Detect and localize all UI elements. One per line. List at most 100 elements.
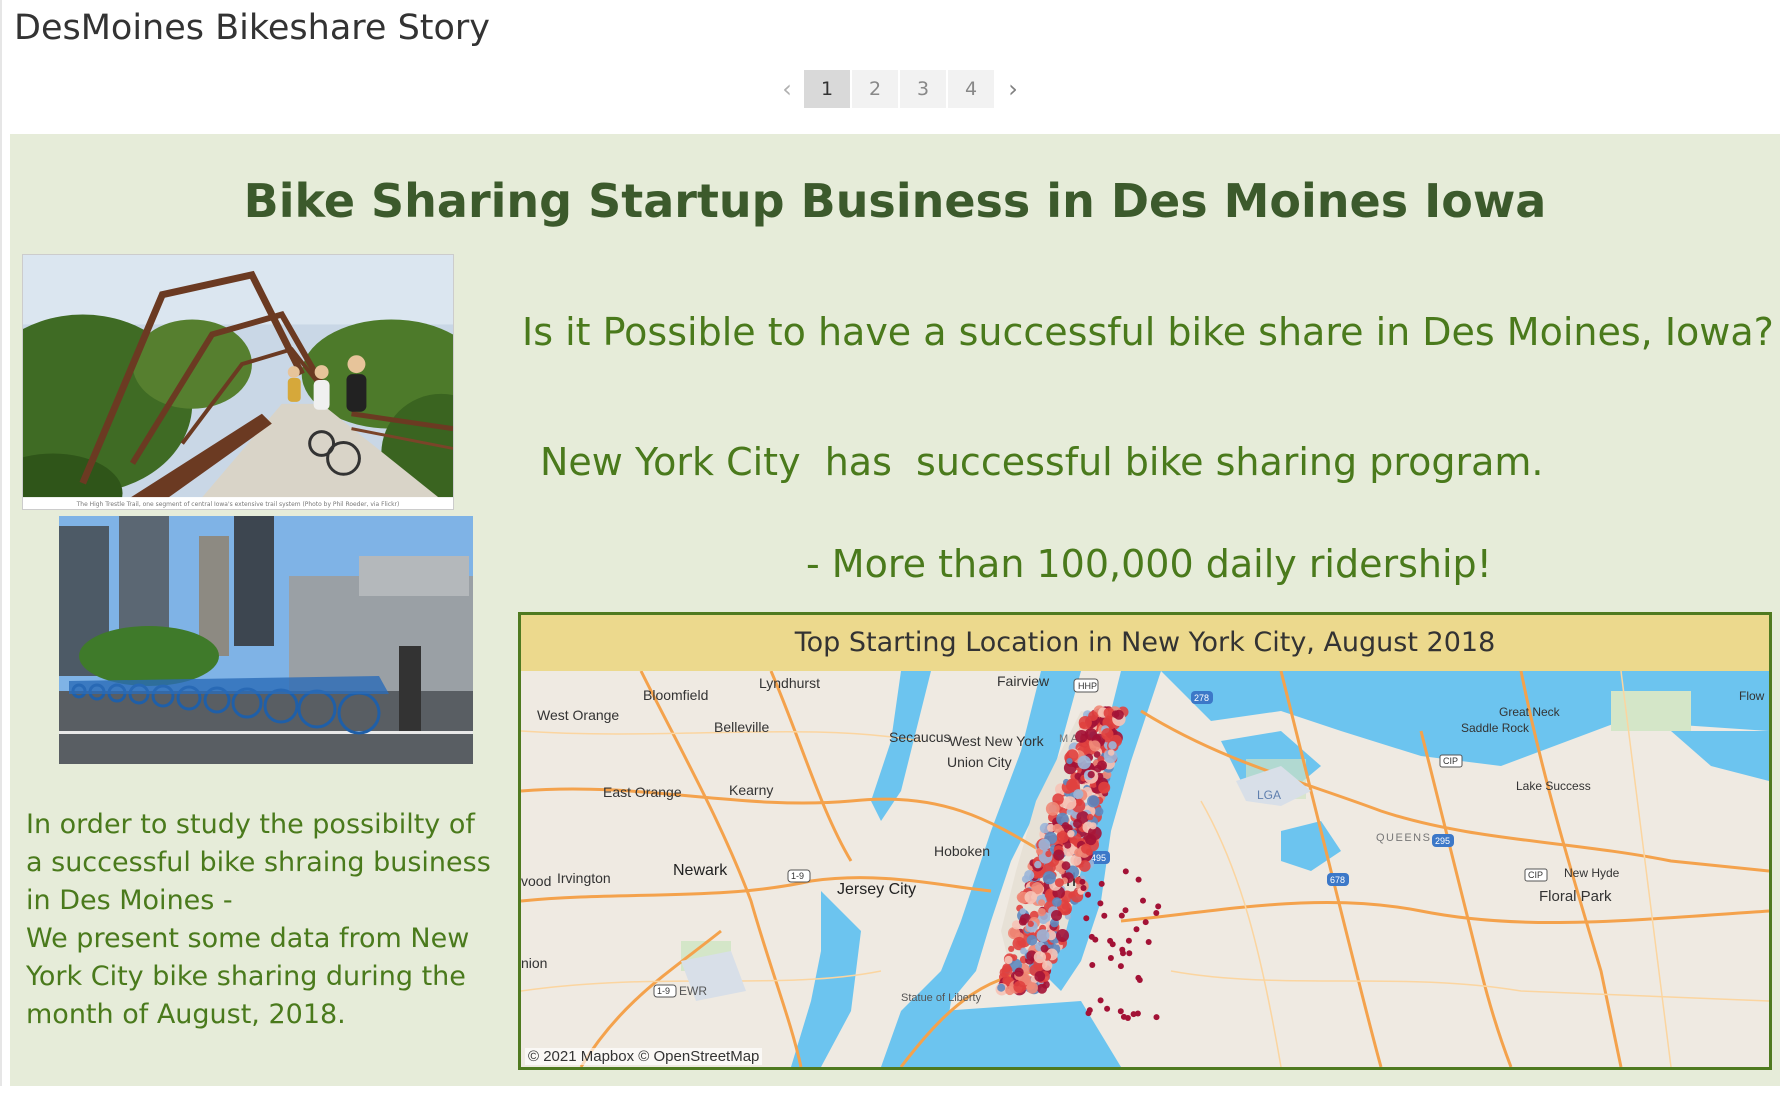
label-jersey-city: Jersey City <box>837 881 916 898</box>
station-point <box>1101 912 1108 919</box>
label-lyndhurst: Lyndhurst <box>759 675 820 691</box>
station-point <box>1034 860 1042 869</box>
station-point <box>1153 910 1160 916</box>
station-point <box>1037 983 1047 994</box>
intro-line-2: We present some data from New York City … <box>26 923 470 1030</box>
label-lake-success: Lake Success <box>1516 779 1591 793</box>
station-point <box>1026 982 1038 994</box>
intro-line-1: In order to study the possibilty of a su… <box>26 809 491 916</box>
station-point <box>1142 919 1149 926</box>
photo-caption: The High Trestle Trail, one segment of c… <box>76 501 400 508</box>
svg-text:678: 678 <box>1330 875 1345 885</box>
station-point <box>1118 912 1125 919</box>
prev-page-arrow-icon[interactable]: ‹ <box>770 70 804 108</box>
next-page-arrow-icon[interactable]: › <box>996 70 1030 108</box>
svg-text:278: 278 <box>1194 693 1209 703</box>
page-tab-1[interactable]: 1 <box>804 70 850 108</box>
station-point <box>1067 830 1075 838</box>
station-point <box>1020 947 1027 955</box>
label-queens: QUEENS <box>1376 832 1431 844</box>
label-west-orange: West Orange <box>537 707 619 723</box>
station-point <box>1061 822 1070 830</box>
station-point <box>1078 716 1092 730</box>
label-newark: Newark <box>673 862 728 879</box>
svg-text:CIP: CIP <box>1443 756 1458 766</box>
station-point <box>1086 813 1094 821</box>
station-point <box>1079 878 1086 885</box>
station-point <box>1124 1015 1131 1021</box>
station-point <box>1013 980 1026 994</box>
station-point <box>1037 908 1046 917</box>
station-point <box>1038 838 1051 851</box>
station-point <box>1120 950 1126 957</box>
map-card: Top Starting Location in New York City, … <box>518 612 1772 1070</box>
station-point <box>1027 920 1034 927</box>
page-tab-2[interactable]: 2 <box>852 70 898 108</box>
label-belleville: Belleville <box>714 719 769 735</box>
station-point <box>1098 880 1105 887</box>
station-point <box>1125 937 1132 944</box>
station-point <box>1019 908 1026 915</box>
station-point <box>1085 891 1091 898</box>
station-point <box>1005 985 1015 996</box>
station-point <box>1089 822 1097 830</box>
station-point <box>1073 789 1084 800</box>
station-point <box>1053 849 1065 861</box>
panel-bottom-gap <box>0 1086 1780 1096</box>
station-point <box>1064 841 1072 849</box>
nyc-map[interactable]: Lyndhurst Fairview Bloomfield West Orang… <box>521 671 1769 1067</box>
svg-text:1-9: 1-9 <box>657 986 670 996</box>
label-union-city: Union City <box>947 754 1012 770</box>
station-point <box>1084 728 1098 741</box>
station-point <box>1087 771 1095 779</box>
label-fairview: Fairview <box>997 673 1050 689</box>
label-saddle-rock: Saddle Rock <box>1461 721 1530 735</box>
svg-text:1-9: 1-9 <box>791 871 804 881</box>
map-title: Top Starting Location in New York City, … <box>521 615 1769 671</box>
station-point <box>1117 1008 1124 1015</box>
svg-text:295: 295 <box>1435 836 1450 846</box>
station-point <box>1004 955 1013 965</box>
svg-text:CIP: CIP <box>1528 870 1543 880</box>
station-point <box>1034 971 1046 982</box>
station-point <box>1097 997 1104 1004</box>
dashboard-headline: Bike Sharing Startup Business in Des Moi… <box>243 174 1547 228</box>
station-point <box>1052 897 1062 907</box>
svg-text:HHP: HHP <box>1078 681 1097 691</box>
station-point <box>1092 936 1099 943</box>
label-ewr: EWR <box>679 984 707 998</box>
station-point <box>1094 807 1104 817</box>
station-point <box>1108 741 1117 750</box>
station-point <box>1061 861 1071 871</box>
map-view[interactable]: Lyndhurst Fairview Bloomfield West Orang… <box>521 671 1769 1067</box>
left-edge-rule <box>0 0 2 1096</box>
possibility-question: Is it Possible to have a successful bike… <box>522 310 1774 354</box>
station-point <box>1076 798 1083 806</box>
citibike-dock-photo <box>59 516 473 764</box>
station-point <box>1133 926 1140 933</box>
label-great-neck: Great Neck <box>1499 705 1561 719</box>
intro-text: In order to study the possibilty of a su… <box>26 806 496 1034</box>
station-point <box>1042 871 1056 885</box>
ridership-statement: - More than 100,000 daily ridership! <box>806 542 1492 586</box>
station-point <box>1145 939 1152 945</box>
station-point <box>1045 801 1060 816</box>
label-secaucus: Secaucus <box>889 729 950 745</box>
station-point <box>1107 937 1114 944</box>
station-point <box>1051 910 1062 921</box>
story-navigator: ‹ 1 2 3 4 › <box>770 70 1030 108</box>
station-point <box>1081 843 1092 854</box>
map-attribution[interactable]: © 2021 Mapbox © OpenStreetMap <box>525 1048 763 1065</box>
station-point <box>1038 899 1046 907</box>
station-point <box>1054 878 1064 888</box>
label-bloomfield: Bloomfield <box>643 687 708 703</box>
label-new-hyde: New Hyde <box>1564 866 1620 880</box>
label-hoboken: Hoboken <box>934 843 990 859</box>
station-point <box>1104 1005 1111 1012</box>
label-lga: LGA <box>1257 788 1281 802</box>
label-statue-of-liberty: Statue of Liberty <box>901 992 982 1004</box>
page-tab-4[interactable]: 4 <box>948 70 994 108</box>
station-point <box>1107 955 1114 961</box>
station-point <box>1033 951 1046 964</box>
page-tab-3[interactable]: 3 <box>900 70 946 108</box>
